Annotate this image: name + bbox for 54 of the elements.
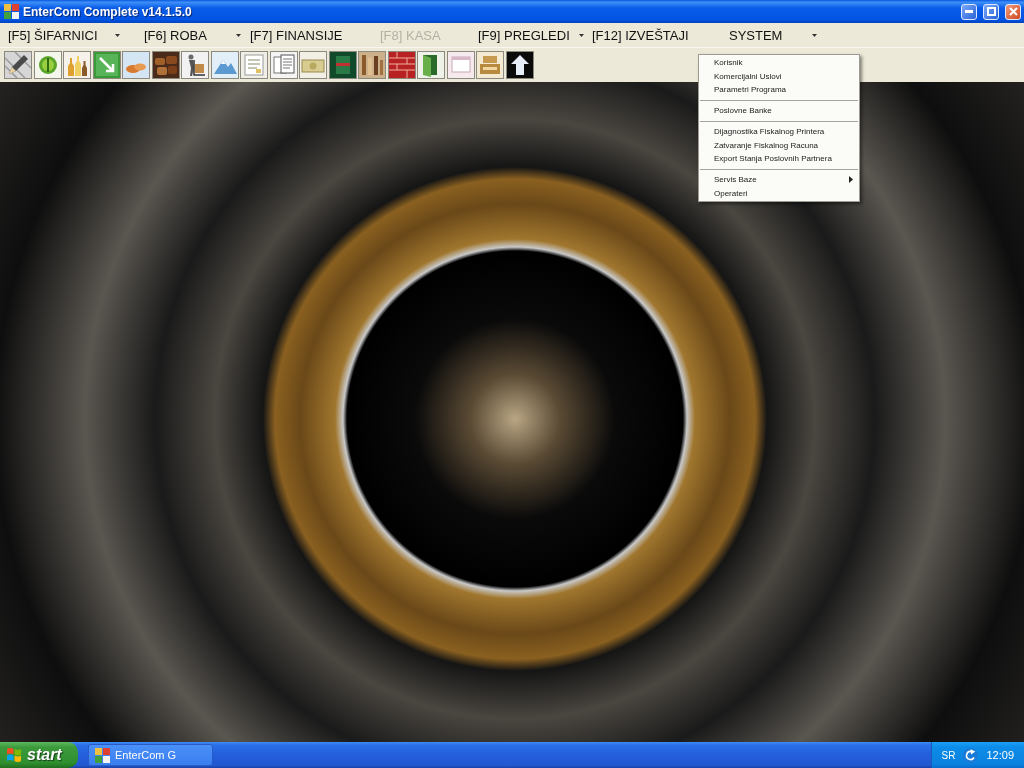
menu-bar-item[interactable]: [F5] ŠIFARNICI: [8, 25, 121, 45]
hand-truck-icon: [182, 52, 208, 78]
minimize-icon: [965, 10, 973, 13]
menu-item[interactable]: Korisnik: [699, 56, 859, 70]
toolbar-button[interactable]: [4, 51, 32, 79]
start-button[interactable]: start: [0, 742, 78, 768]
menu-bar-item[interactable]: [F6] ROBA: [144, 25, 242, 45]
close-icon: [1008, 7, 1018, 16]
bread-icon: [123, 52, 149, 78]
coin-icon: [34, 52, 61, 78]
menu-item[interactable]: Parametri Programa: [699, 83, 859, 97]
toolbar-button[interactable]: [33, 51, 62, 79]
toolbar-button[interactable]: [151, 51, 180, 79]
menu-bar-item[interactable]: [F7] FINANSIJE: [250, 25, 344, 45]
document-icon: [241, 52, 267, 78]
door-icon: [418, 52, 444, 78]
brick-wall-icon: [388, 52, 415, 78]
app-icon: [4, 4, 19, 19]
cash-register-icon: [477, 52, 503, 78]
menu-item[interactable]: Komercijalni Uslovi: [699, 69, 859, 83]
toolbar-button[interactable]: [328, 51, 357, 79]
maximize-button[interactable]: [983, 3, 999, 20]
menu-bar-item[interactable]: [F12] IZVEŠTAJI: [592, 25, 690, 45]
menu-item[interactable]: Dijagnostika Fiskalnog Printera: [699, 125, 859, 139]
bottles-icon: [64, 52, 90, 78]
submenu-arrow-icon: [849, 176, 853, 184]
close-button[interactable]: [1005, 3, 1021, 20]
crates-icon: [152, 52, 179, 78]
windows-logo-icon: [6, 747, 22, 763]
menu-item[interactable]: Zatvaranje Fiskalnog Racuna: [699, 138, 859, 152]
toolbar-button[interactable]: [181, 51, 209, 79]
pencil-icon: [5, 52, 31, 78]
menu-item[interactable]: Operateri: [699, 186, 859, 200]
window-icon: [447, 52, 474, 78]
menu-item[interactable]: Poslovne Banke: [699, 104, 859, 118]
menu-item[interactable]: Export Stanja Poslovnih Partnera: [699, 152, 859, 166]
banknote-icon: [300, 52, 326, 78]
arrow-tile-icon: [93, 52, 120, 78]
minimize-button[interactable]: [961, 3, 977, 20]
mountain-icon: [211, 52, 238, 78]
book-icon: [329, 52, 356, 78]
menu-item[interactable]: Servis Baze: [699, 173, 859, 187]
taskbar-button[interactable]: EnterCom G: [88, 744, 213, 766]
clock-time: 12:09: [986, 749, 1014, 761]
toolbar-button[interactable]: [505, 51, 534, 79]
menu-bar-item[interactable]: [F9] PREGLEDI: [478, 25, 585, 45]
circle-arrow-icon: [963, 747, 979, 763]
menu-bar-item[interactable]: SYSTEM: [729, 25, 818, 45]
app-icon: [95, 747, 110, 763]
language-indicator[interactable]: SR: [941, 749, 956, 761]
shelf-icon: [359, 52, 385, 78]
window-title: EnterCom Complete v14.1.5.0: [23, 4, 192, 19]
maximize-icon: [986, 7, 996, 16]
papers-icon: [270, 52, 297, 78]
